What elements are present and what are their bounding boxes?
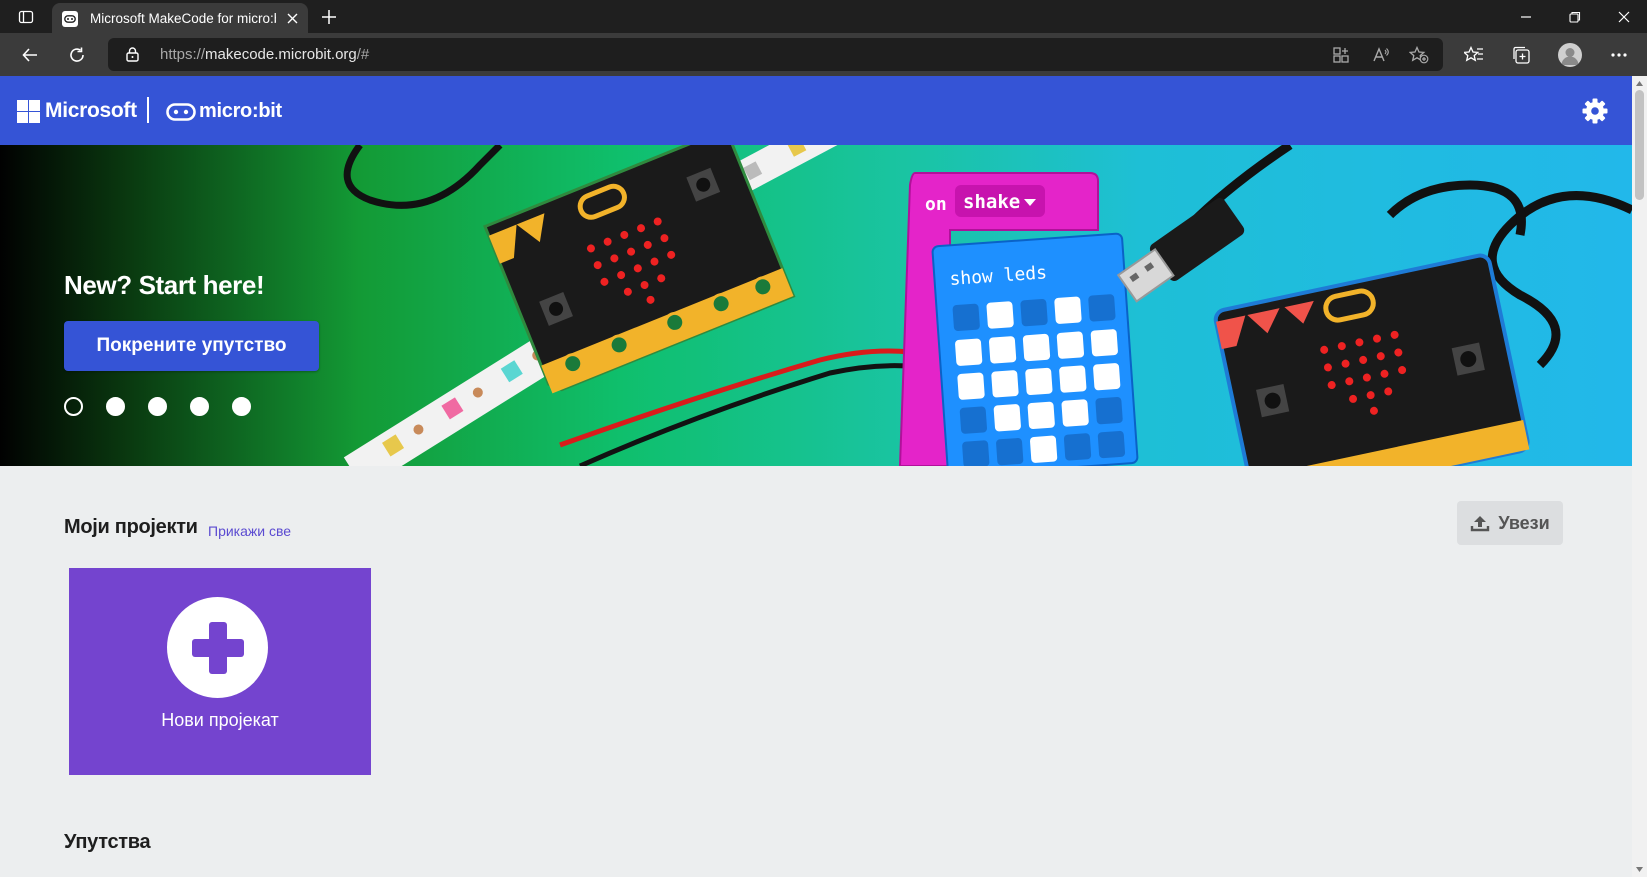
carousel-dot[interactable] — [106, 397, 125, 416]
scroll-thumb[interactable] — [1635, 90, 1644, 200]
upload-icon — [1471, 516, 1490, 532]
minimize-icon[interactable] — [1513, 4, 1539, 30]
block-shake-text: shake — [963, 191, 1020, 213]
start-tutorial-button[interactable]: Покрените упутство — [64, 321, 319, 371]
collections-icon[interactable] — [1507, 41, 1535, 69]
tab-close-icon[interactable] — [284, 10, 300, 26]
new-project-label: Нови пројекат — [161, 710, 279, 730]
browser-titlebar: Microsoft MakeCode for micro:bit — [0, 0, 1647, 34]
lock-icon[interactable] — [126, 47, 139, 62]
microsoft-logo[interactable]: Microsoft — [17, 99, 137, 123]
see-all-link[interactable]: Прикажи све — [208, 523, 291, 539]
page-content: Microsoft micro:bit on shake show leds N… — [0, 76, 1632, 877]
carousel-dot[interactable] — [64, 397, 83, 416]
carousel-dots — [64, 397, 251, 416]
header-divider — [147, 97, 149, 123]
my-projects-heading: Моји пројекти — [64, 516, 198, 538]
makecode-favicon-icon — [62, 10, 78, 27]
microbit-logo[interactable]: micro:bit — [166, 100, 282, 123]
favorites-icon[interactable] — [1460, 41, 1488, 69]
scroll-down-icon[interactable] — [1635, 865, 1644, 874]
browser-tab-active[interactable]: Microsoft MakeCode for micro:bit — [52, 3, 308, 34]
settings-gear-icon[interactable] — [1581, 97, 1609, 125]
tab-actions-icon[interactable] — [14, 6, 38, 28]
read-aloud-icon[interactable] — [1370, 44, 1392, 66]
hero-title: New? Start here! — [64, 270, 265, 300]
hero-carousel: on shake show leds New? Start here! Покр… — [0, 145, 1632, 466]
import-button[interactable]: Увези — [1457, 501, 1563, 545]
back-icon[interactable] — [16, 41, 44, 69]
hero-illustration: on shake show leds — [343, 145, 1632, 466]
site-header: Microsoft micro:bit — [0, 76, 1632, 145]
browser-toolbar: https://makecode.microbit.org/# — [0, 33, 1647, 76]
address-bar[interactable]: https://makecode.microbit.org/# — [108, 38, 1443, 71]
more-options-icon[interactable] — [1605, 41, 1633, 69]
new-tab-icon[interactable] — [318, 6, 340, 28]
close-window-icon[interactable] — [1611, 4, 1637, 30]
refresh-icon[interactable] — [63, 41, 91, 69]
microsoft-label: Microsoft — [45, 99, 137, 122]
add-favorite-icon[interactable] — [1408, 44, 1430, 66]
microbit-icon — [166, 102, 196, 121]
url-text[interactable]: https://makecode.microbit.org/# — [160, 46, 369, 63]
tab-title: Microsoft MakeCode for micro:bit — [90, 11, 276, 26]
scroll-up-icon[interactable] — [1635, 79, 1644, 88]
restore-icon[interactable] — [1562, 4, 1588, 30]
tutorials-heading: Упутства — [64, 831, 151, 853]
brand-label: micro:bit — [199, 100, 282, 122]
import-label: Увези — [1498, 512, 1550, 533]
carousel-dot[interactable] — [232, 397, 251, 416]
block-on-text: on — [925, 194, 947, 215]
profile-avatar[interactable] — [1556, 41, 1584, 69]
app-available-icon[interactable] — [1330, 44, 1352, 66]
carousel-dot[interactable] — [190, 397, 209, 416]
new-project-card[interactable]: Нови пројекат — [69, 568, 371, 775]
plus-icon — [167, 597, 268, 698]
page-scrollbar[interactable] — [1632, 76, 1647, 877]
microsoft-grid-icon — [17, 99, 40, 123]
carousel-dot[interactable] — [148, 397, 167, 416]
